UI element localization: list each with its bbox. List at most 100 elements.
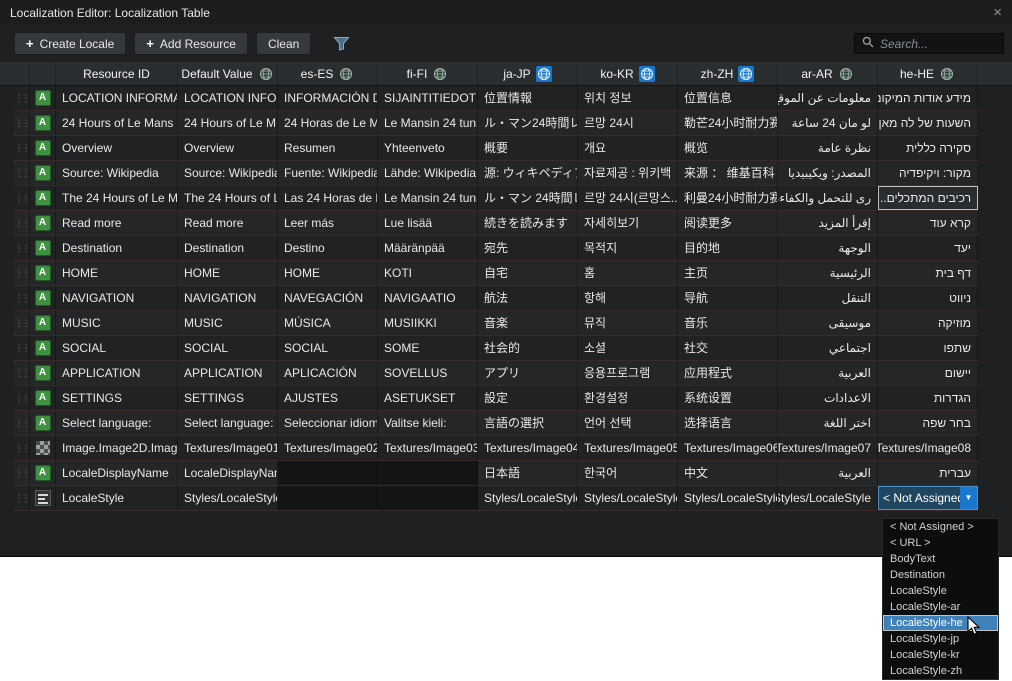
dropdown-item[interactable]: LocaleStyle: [883, 583, 998, 599]
table-cell[interactable]: ル・マン24時間レース: [478, 111, 578, 135]
table-cell[interactable]: SOCIAL: [278, 336, 378, 360]
table-cell[interactable]: 자세히보기: [578, 211, 678, 235]
table-cell[interactable]: NAVEGACIÓN: [278, 286, 378, 310]
row-drag-handle[interactable]: ⋮⋮: [14, 111, 30, 135]
table-cell[interactable]: APPLICATION: [178, 361, 278, 385]
table-cell[interactable]: 中文: [678, 461, 778, 485]
table-cell[interactable]: HOME: [178, 261, 278, 285]
table-cell[interactable]: עברית: [878, 461, 978, 485]
cell-resource-id[interactable]: LocaleDisplayName: [56, 461, 178, 485]
table-cell[interactable]: 目的地: [678, 236, 778, 260]
combobox-caret-icon[interactable]: ▼: [960, 487, 977, 509]
cell-resource-id[interactable]: APPLICATION: [56, 361, 178, 385]
cell-resource-id[interactable]: The 24 Hours of Le M: [56, 186, 178, 210]
table-cell[interactable]: معلومات عن الموقع: [778, 86, 878, 110]
table-cell[interactable]: 소셜: [578, 336, 678, 360]
table-cell[interactable]: Las 24 Horas de L: [278, 186, 378, 210]
cell-resource-id[interactable]: NAVIGATION: [56, 286, 178, 310]
table-cell[interactable]: 홈: [578, 261, 678, 285]
row-drag-handle[interactable]: ⋮⋮: [14, 236, 30, 260]
row-drag-handle[interactable]: ⋮⋮: [14, 486, 30, 510]
table-cell[interactable]: Textures/Image02: [278, 436, 378, 460]
table-cell[interactable]: דף בית: [878, 261, 978, 285]
table-cell[interactable]: Yhteenveto: [378, 136, 478, 160]
cell-resource-id[interactable]: MUSIC: [56, 311, 178, 335]
dropdown-item[interactable]: Destination: [883, 567, 998, 583]
table-cell[interactable]: 社交: [678, 336, 778, 360]
table-cell[interactable]: 자료제공 : 위키백: [578, 161, 678, 185]
column-header-zh-zh[interactable]: zh-ZH: [678, 62, 778, 85]
table-cell[interactable]: Fuente: Wikipedia: [278, 161, 378, 185]
table-cell[interactable]: Valitse kieli:: [378, 411, 478, 435]
column-header-es-es[interactable]: es-ES: [278, 62, 378, 85]
table-cell[interactable]: AJUSTES: [278, 386, 378, 410]
table-cell[interactable]: ניווט: [878, 286, 978, 310]
table-cell[interactable]: SOCIAL: [178, 336, 278, 360]
table-cell[interactable]: 항해: [578, 286, 678, 310]
row-drag-handle[interactable]: ⋮⋮: [14, 86, 30, 110]
table-cell[interactable]: השעות של לה מאן: [878, 111, 978, 135]
table-cell[interactable]: LOCATION INFOR: [178, 86, 278, 110]
table-cell[interactable]: Lähde: Wikipedia: [378, 161, 478, 185]
dropdown-item[interactable]: LocaleStyle-zh: [883, 663, 998, 679]
table-cell[interactable]: 阅读更多: [678, 211, 778, 235]
table-cell[interactable]: Styles/LocaleStyle: [778, 486, 878, 510]
table-cell[interactable]: Leer más: [278, 211, 378, 235]
table-cell[interactable]: יישום: [878, 361, 978, 385]
table-cell[interactable]: HOME: [278, 261, 378, 285]
table-cell[interactable]: 한국어: [578, 461, 678, 485]
table-cell[interactable]: 르망 24시: [578, 111, 678, 135]
table-cell[interactable]: 航法: [478, 286, 578, 310]
table-cell[interactable]: MUSIC: [178, 311, 278, 335]
row-drag-handle[interactable]: ⋮⋮: [14, 361, 30, 385]
table-cell[interactable]: アプリ: [478, 361, 578, 385]
row-drag-handle[interactable]: ⋮⋮: [14, 311, 30, 335]
row-drag-handle[interactable]: ⋮⋮: [14, 161, 30, 185]
table-cell[interactable]: NAVIGAATIO: [378, 286, 478, 310]
cell-resource-id[interactable]: LocaleStyle: [56, 486, 178, 510]
table-cell[interactable]: رى للتحمل والكفاءة...: [778, 186, 878, 210]
add-resource-button[interactable]: + Add Resource: [134, 32, 248, 55]
dropdown-item[interactable]: LocaleStyle-ar: [883, 599, 998, 615]
table-cell[interactable]: SOME: [378, 336, 478, 360]
search-box[interactable]: [854, 33, 1004, 54]
table-cell[interactable]: 概览: [678, 136, 778, 160]
dropdown-item[interactable]: LocaleStyle-kr: [883, 647, 998, 663]
table-cell[interactable]: 宛先: [478, 236, 578, 260]
row-drag-handle[interactable]: ⋮⋮: [14, 461, 30, 485]
table-cell[interactable]: 24 Horas de Le M: [278, 111, 378, 135]
table-cell[interactable]: יעד: [878, 236, 978, 260]
table-cell[interactable]: MUSIIKKI: [378, 311, 478, 335]
table-cell[interactable]: SOVELLUS: [378, 361, 478, 385]
table-cell[interactable]: סקירה כללית: [878, 136, 978, 160]
table-cell[interactable]: קרא עוד: [878, 211, 978, 235]
table-cell[interactable]: التنقل: [778, 286, 878, 310]
table-cell[interactable]: نظرة عامة: [778, 136, 878, 160]
table-cell[interactable]: Destination: [178, 236, 278, 260]
table-cell[interactable]: 来源 ： 维基百科: [678, 161, 778, 185]
table-cell[interactable]: MÚSICA: [278, 311, 378, 335]
table-cell[interactable]: المصدر: ويكيبيديا: [778, 161, 878, 185]
table-cell[interactable]: ル・マン 24時間レース: [478, 186, 578, 210]
table-cell[interactable]: 利曼24小时耐力赛...: [678, 186, 778, 210]
table-cell[interactable]: 목적지: [578, 236, 678, 260]
row-drag-handle[interactable]: ⋮⋮: [14, 136, 30, 160]
table-cell[interactable]: 設定: [478, 386, 578, 410]
table-cell[interactable]: הגדרות: [878, 386, 978, 410]
table-cell[interactable]: Read more: [178, 211, 278, 235]
cell-resource-id[interactable]: Select language:: [56, 411, 178, 435]
table-cell[interactable]: 위치 정보: [578, 86, 678, 110]
table-cell[interactable]: موسيقى: [778, 311, 878, 335]
cell-resource-id[interactable]: Read more: [56, 211, 178, 235]
table-cell[interactable]: מידע אודות המיקום: [878, 86, 978, 110]
table-cell[interactable]: 系统设置: [678, 386, 778, 410]
table-cell[interactable]: العربية: [778, 361, 878, 385]
table-cell[interactable]: 音楽: [478, 311, 578, 335]
table-cell[interactable]: ASETUKSET: [378, 386, 478, 410]
column-header-ja-jp[interactable]: ja-JP: [478, 62, 578, 85]
column-header-ko-kr[interactable]: ko-KR: [578, 62, 678, 85]
table-cell[interactable]: 选择语言: [678, 411, 778, 435]
row-drag-handle[interactable]: ⋮⋮: [14, 336, 30, 360]
table-cell[interactable]: Textures/Image04: [478, 436, 578, 460]
clean-button[interactable]: Clean: [256, 32, 311, 55]
